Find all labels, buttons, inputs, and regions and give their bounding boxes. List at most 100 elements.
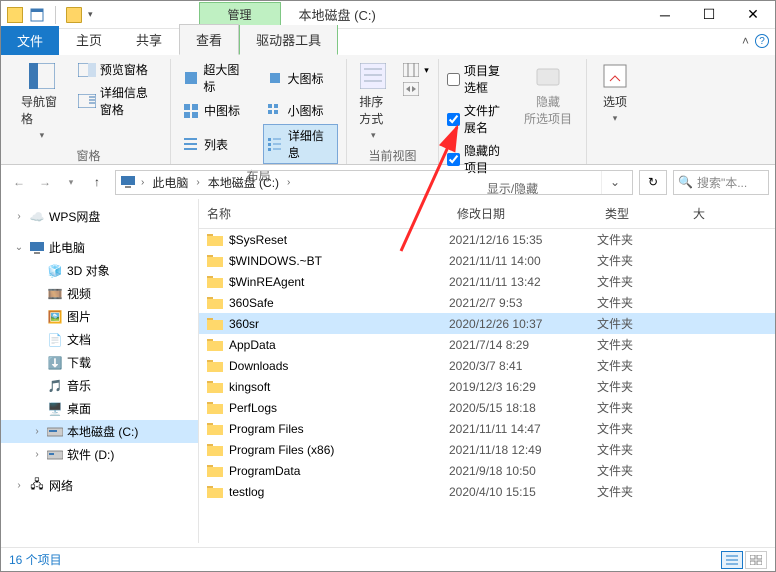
qat-dropdown-icon[interactable]: ▾ <box>88 9 93 20</box>
close-button[interactable]: ✕ <box>731 1 775 29</box>
file-name: $WINDOWS.~BT <box>229 254 322 268</box>
new-folder-icon[interactable] <box>66 7 82 23</box>
header-type[interactable]: 类型 <box>597 199 685 228</box>
layout-list[interactable]: 列表 <box>179 124 253 164</box>
tree-network[interactable]: ›🖧网络 <box>1 474 198 497</box>
search-input[interactable]: 🔍 搜索"本... <box>673 170 769 195</box>
view-details-button[interactable] <box>721 551 743 569</box>
folder-icon <box>7 7 23 23</box>
file-type: 文件夹 <box>597 315 685 332</box>
file-row[interactable]: $WINDOWS.~BT2021/11/11 14:00文件夹 <box>199 250 775 271</box>
header-date[interactable]: 修改日期 <box>449 199 597 228</box>
file-row[interactable]: $WinREAgent2021/11/11 13:42文件夹 <box>199 271 775 292</box>
tree-this-pc[interactable]: ⌄此电脑 <box>1 236 198 259</box>
tab-file[interactable]: 文件 <box>1 26 59 55</box>
breadcrumb-dropdown[interactable]: ⌄ <box>601 171 628 194</box>
add-columns-button[interactable]: ▾ <box>399 61 432 79</box>
file-row[interactable]: Program Files2021/11/11 14:47文件夹 <box>199 418 775 439</box>
file-row[interactable]: AppData 2021/7/14 8:29文件夹 <box>199 334 775 355</box>
navigation-pane-button[interactable]: 导航窗格 ▾ <box>15 59 69 144</box>
layout-details[interactable]: 详细信息 <box>263 124 339 164</box>
back-button[interactable]: ← <box>7 170 31 194</box>
file-row[interactable]: 360sr2020/12/26 10:37文件夹 <box>199 313 775 334</box>
layout-md-icons[interactable]: 中图标 <box>179 100 253 121</box>
layout-lg-icons[interactable]: 大图标 <box>263 59 339 97</box>
tree-downloads[interactable]: ⬇️下载 <box>1 351 198 374</box>
file-row[interactable]: Downloads2020/3/7 8:41文件夹 <box>199 355 775 376</box>
header-name[interactable]: 名称 <box>199 199 449 228</box>
checkbox-item-checkboxes[interactable]: 项目复选框 <box>447 61 512 97</box>
file-type: 文件夹 <box>597 231 685 248</box>
tree-music[interactable]: 🎵音乐 <box>1 374 198 397</box>
tree-d-drive[interactable]: ›软件 (D:) <box>1 443 198 466</box>
tree-videos[interactable]: 🎞️视频 <box>1 282 198 305</box>
file-row[interactable]: testlog2020/4/10 15:15文件夹 <box>199 481 775 502</box>
chevron-right-icon[interactable]: › <box>284 177 293 188</box>
file-type: 文件夹 <box>597 294 685 311</box>
file-type: 文件夹 <box>597 441 685 458</box>
file-date: 2020/12/26 10:37 <box>449 317 597 331</box>
file-list: 名称 修改日期 类型 大 $SysReset2021/12/16 15:35文件… <box>199 199 775 543</box>
tree-documents[interactable]: 📄文档 <box>1 328 198 351</box>
column-headers[interactable]: 名称 修改日期 类型 大 <box>199 199 775 229</box>
breadcrumb[interactable]: › 此电脑 › 本地磁盘 (C:) › ⌄ <box>115 170 633 195</box>
search-icon: 🔍 <box>678 175 693 189</box>
refresh-button[interactable]: ↻ <box>639 170 667 195</box>
tab-drive-tools[interactable]: 驱动器工具 <box>239 25 338 55</box>
size-columns-button[interactable] <box>399 80 432 98</box>
file-row[interactable]: Program Files (x86)2021/11/18 12:49文件夹 <box>199 439 775 460</box>
tab-share[interactable]: 共享 <box>119 24 179 55</box>
options-button[interactable]: 选项 ▾ <box>595 59 635 127</box>
file-name: kingsoft <box>229 380 270 394</box>
file-row[interactable]: 360Safe2021/2/7 9:53文件夹 <box>199 292 775 313</box>
tree-3d[interactable]: 🧊3D 对象 <box>1 259 198 282</box>
file-type: 文件夹 <box>597 378 685 395</box>
chevron-right-icon[interactable]: › <box>193 177 202 188</box>
preview-pane-button[interactable]: 预览窗格 <box>75 59 162 80</box>
breadcrumb-drive[interactable]: 本地磁盘 (C:) <box>205 172 282 193</box>
file-row[interactable]: PerfLogs2020/5/15 18:18文件夹 <box>199 397 775 418</box>
file-date: 2021/7/14 8:29 <box>449 338 597 352</box>
maximize-button[interactable]: ☐ <box>687 1 731 29</box>
forward-button[interactable]: → <box>33 170 57 194</box>
up-button[interactable]: ↑ <box>85 170 109 194</box>
breadcrumb-pc[interactable]: 此电脑 <box>149 172 191 193</box>
history-dropdown[interactable]: ▾ <box>59 170 83 194</box>
file-row[interactable]: kingsoft2019/12/3 16:29文件夹 <box>199 376 775 397</box>
tree-pictures[interactable]: 🖼️图片 <box>1 305 198 328</box>
tree-wps[interactable]: ›☁️WPS网盘 <box>1 205 198 228</box>
file-type: 文件夹 <box>597 357 685 374</box>
minimize-button[interactable]: ─ <box>643 1 687 29</box>
file-date: 2021/2/7 9:53 <box>449 296 597 310</box>
file-name: $SysReset <box>229 233 287 247</box>
file-date: 2021/11/11 14:47 <box>449 422 597 436</box>
file-row[interactable]: ProgramData2021/9/18 10:50文件夹 <box>199 460 775 481</box>
file-date: 2021/11/11 14:00 <box>449 254 597 268</box>
tab-view[interactable]: 查看 <box>179 24 239 55</box>
hide-selected-button[interactable]: 隐藏 所选项目 <box>518 59 578 130</box>
file-type: 文件夹 <box>597 336 685 353</box>
checkbox-file-extensions[interactable]: 文件扩展名 <box>447 101 512 137</box>
properties-icon[interactable] <box>29 7 45 23</box>
file-name: AppData <box>229 338 276 352</box>
details-pane-button[interactable]: 详细信息窗格 <box>75 82 162 120</box>
window-title: 本地磁盘 (C:) <box>299 5 376 24</box>
tree-desktop[interactable]: 🖥️桌面 <box>1 397 198 420</box>
status-bar: 16 个项目 <box>1 547 775 571</box>
file-type: 文件夹 <box>597 483 685 500</box>
chevron-right-icon[interactable]: › <box>138 177 147 188</box>
collapse-ribbon-icon[interactable]: ˄ <box>742 34 749 48</box>
help-icon[interactable]: ? <box>755 34 769 48</box>
sort-button[interactable]: 排序方式 ▾ <box>353 59 393 144</box>
file-row[interactable]: $SysReset2021/12/16 15:35文件夹 <box>199 229 775 250</box>
navigation-tree[interactable]: ›☁️WPS网盘 ⌄此电脑 🧊3D 对象 🎞️视频 🖼️图片 📄文档 ⬇️下载 … <box>1 199 199 543</box>
ribbon-tabs: 文件 主页 共享 查看 驱动器工具 ˄ ? <box>1 29 775 55</box>
file-name: ProgramData <box>229 464 300 478</box>
computer-icon <box>120 175 136 189</box>
header-size[interactable]: 大 <box>685 199 775 228</box>
tab-home[interactable]: 主页 <box>59 24 119 55</box>
layout-sm-icons[interactable]: 小图标 <box>263 100 339 121</box>
view-large-button[interactable] <box>745 551 767 569</box>
tree-c-drive[interactable]: ›本地磁盘 (C:) <box>1 420 198 443</box>
layout-xl-icons[interactable]: 超大图标 <box>179 59 253 97</box>
